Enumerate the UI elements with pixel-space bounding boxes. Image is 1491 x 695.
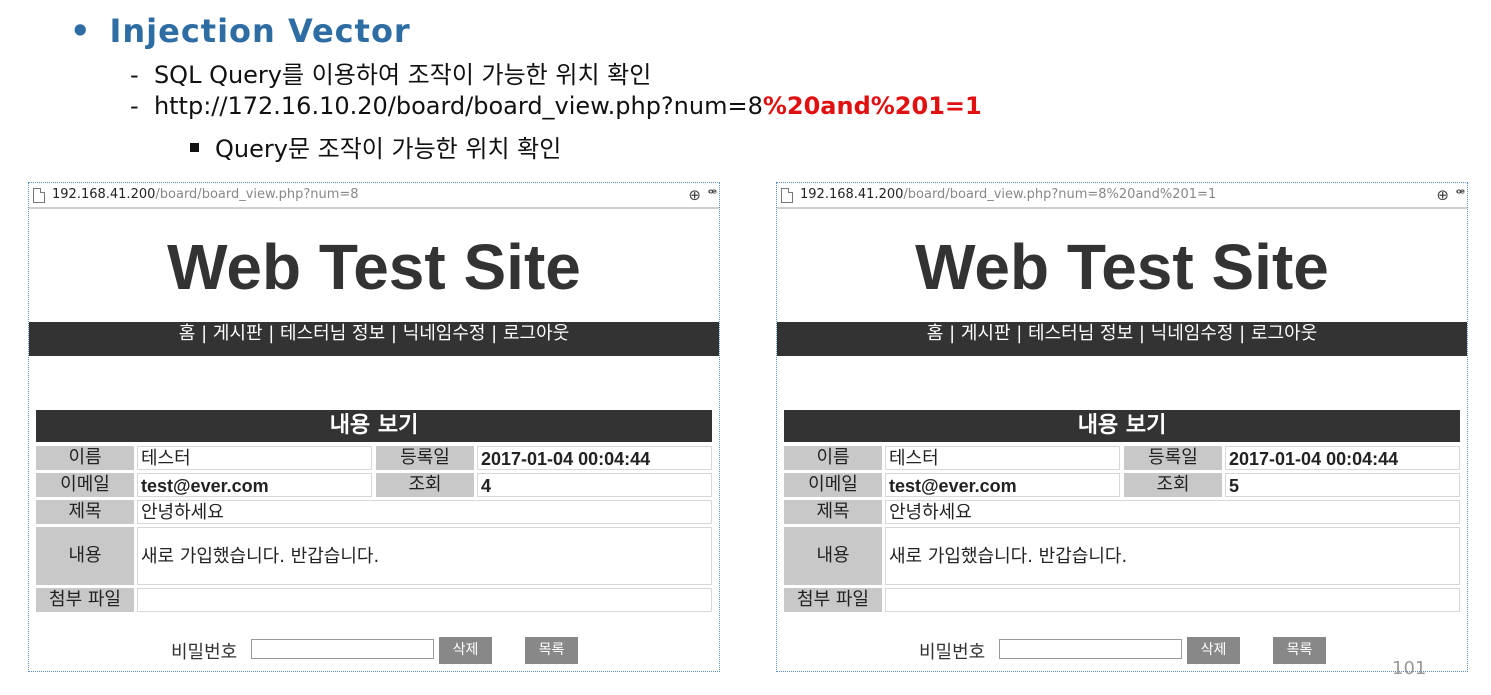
view-title: 내용 보기: [36, 410, 712, 442]
site-title: Web Test Site: [167, 231, 581, 303]
content-value: 새로 가입했습니다. 반갑습니다.: [137, 527, 712, 585]
name-label: 이름: [36, 446, 134, 470]
delete-button[interactable]: 삭제: [1187, 637, 1240, 664]
attach-label: 첨부 파일: [784, 588, 882, 612]
line1-text: SQL Query를 이용하여 조작이 가능한 위치 확인: [153, 61, 652, 89]
delete-button[interactable]: 삭제: [439, 637, 492, 664]
url-prefix: http://172.16.10.20/board/board_view.php…: [153, 92, 763, 120]
page-number: 101: [1392, 658, 1427, 679]
dash-2: -: [130, 92, 139, 120]
content-label: 내용: [784, 527, 882, 585]
views-label: 조회: [1124, 473, 1222, 497]
nav-links[interactable]: 홈 | 게시판 | 테스터님 정보 | 닉네임수정 | 로그아웃: [179, 322, 569, 346]
heading-text: Injection Vector: [109, 12, 411, 50]
site-title: Web Test Site: [915, 231, 1329, 303]
url-host: 192.168.41.200: [52, 187, 156, 202]
date-label: 등록일: [376, 446, 474, 470]
email-value: test@ever.com: [137, 473, 372, 497]
view-title: 내용 보기: [784, 410, 1460, 442]
bullet-line-1: - SQL Query를 이용하여 조작이 가능한 위치 확인: [130, 55, 651, 90]
dash-1: -: [130, 61, 139, 89]
subject-value: 안녕하세요: [885, 500, 1460, 524]
name-value: 테스터: [885, 446, 1120, 470]
nav-bar: 홈 | 게시판 | 테스터님 정보 | 닉네임수정 | 로그아웃: [777, 322, 1467, 356]
subject-label: 제목: [36, 500, 134, 524]
url-text[interactable]: 192.168.41.200/board/board_view.php?num=…: [800, 183, 1216, 207]
content-value: 새로 가입했습니다. 반갑습니다.: [885, 527, 1460, 585]
content-label: 내용: [36, 527, 134, 585]
email-label: 이메일: [784, 473, 882, 497]
nav-links[interactable]: 홈 | 게시판 | 테스터님 정보 | 닉네임수정 | 로그아웃: [927, 322, 1317, 346]
pin-icon[interactable]: ꟹ: [708, 183, 717, 207]
bullet-line-2: - http://172.16.10.20/board/board_view.p…: [130, 92, 982, 120]
subject-value: 안녕하세요: [137, 500, 712, 524]
email-label: 이메일: [36, 473, 134, 497]
address-bar[interactable]: 192.168.41.200/board/board_view.php?num=…: [29, 183, 719, 209]
views-value: 4: [477, 473, 712, 497]
page-icon: [33, 188, 45, 203]
slide-heading: • Injection Vector: [70, 12, 411, 50]
attach-value: [885, 588, 1460, 612]
browser-panel-right: 192.168.41.200/board/board_view.php?num=…: [776, 182, 1468, 672]
date-value: 2017-01-04 00:04:44: [477, 446, 712, 470]
views-label: 조회: [376, 473, 474, 497]
password-label: 비밀번호: [171, 642, 238, 663]
password-label: 비밀번호: [919, 642, 986, 663]
name-value: 테스터: [137, 446, 372, 470]
line3-text: Query문 조작이 가능한 위치 확인: [215, 135, 562, 163]
url-text[interactable]: 192.168.41.200/board/board_view.php?num=…: [52, 183, 359, 207]
page-icon: [781, 188, 793, 203]
nav-bar: 홈 | 게시판 | 테스터님 정보 | 닉네임수정 | 로그아웃: [29, 322, 719, 356]
views-value: 5: [1225, 473, 1460, 497]
date-value: 2017-01-04 00:04:44: [1225, 446, 1460, 470]
sub-bullet-line: Query문 조작이 가능한 위치 확인: [190, 129, 561, 164]
name-label: 이름: [784, 446, 882, 470]
list-button[interactable]: 목록: [1273, 637, 1326, 664]
square-bullet-icon: [190, 142, 199, 152]
zoom-icon[interactable]: ⊕: [1436, 183, 1449, 207]
email-value: test@ever.com: [885, 473, 1120, 497]
browser-panel-left: 192.168.41.200/board/board_view.php?num=…: [28, 182, 720, 672]
attach-value: [137, 588, 712, 612]
heading-bullet: •: [70, 12, 92, 50]
zoom-icon[interactable]: ⊕: [688, 183, 701, 207]
attach-label: 첨부 파일: [36, 588, 134, 612]
pin-icon[interactable]: ꟹ: [1456, 183, 1465, 207]
url-injection-highlight: %20and%201=1: [762, 92, 982, 120]
url-path: /board/board_view.php?num=8: [155, 187, 359, 202]
password-input[interactable]: [251, 639, 434, 659]
date-label: 등록일: [1124, 446, 1222, 470]
url-host: 192.168.41.200: [800, 187, 904, 202]
address-bar[interactable]: 192.168.41.200/board/board_view.php?num=…: [777, 183, 1467, 209]
url-path: /board/board_view.php?num=8%20and%201=1: [903, 187, 1217, 202]
list-button[interactable]: 목록: [525, 637, 578, 664]
password-input[interactable]: [999, 639, 1182, 659]
subject-label: 제목: [784, 500, 882, 524]
